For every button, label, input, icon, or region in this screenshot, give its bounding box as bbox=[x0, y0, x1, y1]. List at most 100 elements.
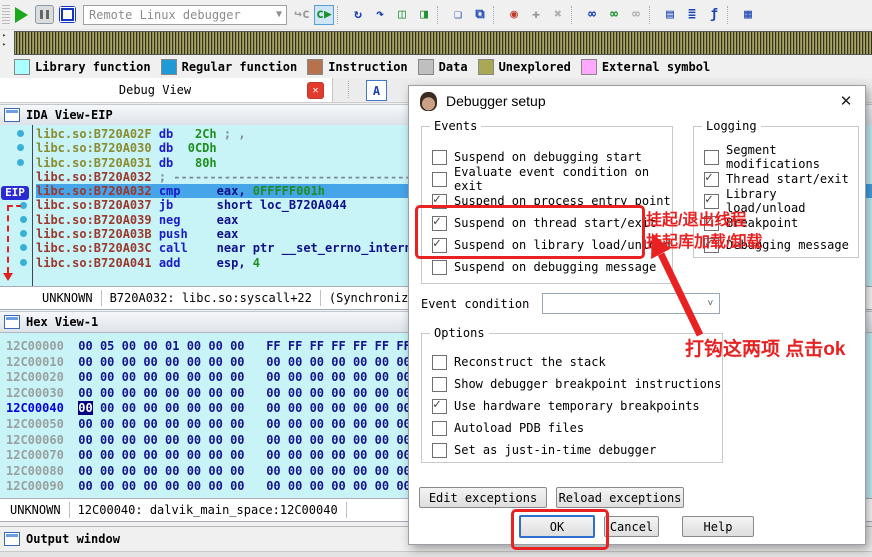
hex-byte[interactable]: 00 bbox=[353, 479, 367, 493]
events-checkbox-0[interactable]: Suspend on debugging start bbox=[432, 149, 642, 165]
hex-byte[interactable]: 00 bbox=[122, 355, 136, 369]
checkbox-unchecked-icon[interactable] bbox=[432, 376, 447, 392]
hex-byte[interactable]: 00 bbox=[331, 417, 345, 431]
stack-trace-icon[interactable]: ▦ bbox=[738, 5, 758, 25]
hex-byte[interactable]: 00 bbox=[122, 464, 136, 478]
hex-byte[interactable]: 00 bbox=[230, 417, 244, 431]
hex-row[interactable]: 12C00020 00 00 00 00 00 00 00 00 00 00 0… bbox=[6, 370, 440, 386]
hex-byte[interactable]: 00 bbox=[208, 339, 222, 353]
hex-byte[interactable]: 00 bbox=[100, 433, 114, 447]
functions-icon[interactable]: ƒ bbox=[704, 5, 724, 25]
watch-list-icon[interactable]: ∞ bbox=[582, 5, 602, 25]
hex-byte[interactable]: 00 bbox=[230, 464, 244, 478]
hex-byte[interactable]: 00 bbox=[208, 386, 222, 400]
hex-byte[interactable]: 00 bbox=[230, 386, 244, 400]
hex-byte[interactable]: 00 bbox=[375, 417, 389, 431]
hex-byte[interactable]: 00 bbox=[78, 386, 92, 400]
hex-byte[interactable]: 05 bbox=[100, 339, 114, 353]
hex-byte[interactable]: 00 bbox=[310, 401, 324, 415]
hex-byte[interactable]: 01 bbox=[165, 339, 179, 353]
hex-byte[interactable]: 00 bbox=[331, 401, 345, 415]
hex-byte[interactable]: 00 bbox=[310, 355, 324, 369]
windows-list-icon[interactable]: ⧉ bbox=[470, 5, 490, 25]
hex-byte[interactable]: 00 bbox=[288, 355, 302, 369]
hex-byte[interactable]: 00 bbox=[288, 433, 302, 447]
hex-byte[interactable]: 00 bbox=[143, 448, 157, 462]
logging-checkbox-1[interactable]: Thread start/exit bbox=[704, 170, 849, 187]
debugger-selector[interactable]: Remote Linux debugger ▼ bbox=[83, 4, 287, 25]
hex-byte[interactable]: 00 bbox=[122, 448, 136, 462]
hex-byte[interactable]: 00 bbox=[288, 448, 302, 462]
ok-button[interactable]: OK bbox=[519, 515, 595, 538]
hex-row[interactable]: 12C00070 00 00 00 00 00 00 00 00 00 00 0… bbox=[6, 448, 440, 464]
hex-byte[interactable]: 00 bbox=[143, 339, 157, 353]
hex-byte[interactable]: 00 bbox=[165, 479, 179, 493]
hex-byte[interactable]: 00 bbox=[78, 417, 92, 431]
hex-byte[interactable]: FF bbox=[331, 339, 345, 353]
hex-byte[interactable]: 00 bbox=[143, 464, 157, 478]
tab-debug-view[interactable]: Debug View ✕ bbox=[0, 78, 333, 102]
stop-process-icon[interactable] bbox=[57, 4, 78, 25]
hex-byte[interactable]: 00 bbox=[353, 448, 367, 462]
run-until-return-icon[interactable]: ◫ bbox=[392, 5, 412, 25]
hex-byte[interactable]: 00 bbox=[78, 479, 92, 493]
hex-byte[interactable]: 00 bbox=[122, 339, 136, 353]
checkbox-unchecked-icon[interactable] bbox=[432, 420, 447, 436]
hex-byte[interactable]: FF bbox=[266, 339, 280, 353]
events-checkbox-4[interactable]: Suspend on library load/unload bbox=[432, 236, 671, 253]
open-subviews-icon[interactable]: ❏ bbox=[448, 5, 468, 25]
hex-byte[interactable]: 00 bbox=[353, 370, 367, 384]
hex-byte[interactable]: 00 bbox=[375, 479, 389, 493]
breakpoint-dot[interactable] bbox=[17, 130, 24, 137]
edit-exceptions-button[interactable]: Edit exceptions bbox=[419, 487, 547, 508]
checkbox-checked-icon[interactable] bbox=[432, 236, 447, 253]
hex-byte[interactable]: 00 bbox=[187, 401, 201, 415]
continue-process-icon[interactable]: c▶ bbox=[314, 4, 334, 25]
hex-byte[interactable]: 00 bbox=[78, 355, 92, 369]
breakpoint-dot[interactable] bbox=[20, 244, 27, 252]
thread-list-icon[interactable]: ▤ bbox=[660, 5, 680, 25]
hex-byte[interactable]: 00 bbox=[187, 339, 201, 353]
hex-byte[interactable]: 00 bbox=[78, 370, 92, 384]
options-checkbox-2[interactable]: Use hardware temporary breakpoints bbox=[432, 397, 700, 414]
start-process-icon[interactable] bbox=[11, 4, 32, 25]
hex-byte[interactable]: 00 bbox=[288, 417, 302, 431]
events-checkbox-5[interactable]: Suspend on debugging message bbox=[432, 259, 656, 275]
close-tab-icon[interactable]: ✕ bbox=[307, 82, 324, 99]
hex-byte[interactable]: 00 bbox=[143, 433, 157, 447]
step-into-icon[interactable]: ↻ bbox=[348, 5, 368, 25]
events-checkbox-2[interactable]: Suspend on process entry point bbox=[432, 192, 671, 209]
hex-byte[interactable]: 00 bbox=[353, 401, 367, 415]
hex-byte[interactable]: 00 bbox=[230, 355, 244, 369]
hex-byte[interactable]: 00 bbox=[165, 401, 179, 415]
hex-byte[interactable]: 00 bbox=[353, 355, 367, 369]
hex-byte[interactable]: 00 bbox=[310, 433, 324, 447]
hex-byte[interactable]: 00 bbox=[122, 370, 136, 384]
options-checkbox-1[interactable]: Show debugger breakpoint instructions bbox=[432, 376, 721, 392]
checkbox-checked-icon[interactable] bbox=[432, 214, 447, 231]
hex-byte[interactable]: 00 bbox=[143, 355, 157, 369]
hex-byte[interactable]: 00 bbox=[310, 464, 324, 478]
checkbox-unchecked-icon[interactable] bbox=[432, 259, 447, 275]
hex-byte[interactable]: 00 bbox=[208, 448, 222, 462]
hex-byte[interactable]: 00 bbox=[122, 386, 136, 400]
options-checkbox-0[interactable]: Reconstruct the stack bbox=[432, 354, 606, 370]
hex-byte[interactable]: 00 bbox=[288, 464, 302, 478]
hex-byte[interactable]: 00 bbox=[331, 355, 345, 369]
close-icon[interactable]: ✕ bbox=[837, 92, 855, 110]
hex-byte[interactable]: 00 bbox=[100, 464, 114, 478]
hex-byte[interactable]: 00 bbox=[288, 479, 302, 493]
hex-byte[interactable]: 00 bbox=[187, 355, 201, 369]
hex-byte[interactable]: 00 bbox=[208, 433, 222, 447]
hex-byte[interactable]: 00 bbox=[143, 479, 157, 493]
hex-byte[interactable]: 00 bbox=[266, 370, 280, 384]
hex-byte[interactable]: 00 bbox=[353, 433, 367, 447]
hex-byte[interactable]: 00 bbox=[375, 355, 389, 369]
hex-byte[interactable]: 00 bbox=[353, 386, 367, 400]
reload-exceptions-button[interactable]: Reload exceptions bbox=[556, 487, 684, 508]
hex-byte[interactable]: 00 bbox=[78, 339, 92, 353]
hex-byte[interactable]: 00 bbox=[375, 370, 389, 384]
hex-byte[interactable]: 00 bbox=[122, 417, 136, 431]
hex-byte[interactable]: 00 bbox=[375, 386, 389, 400]
hex-byte[interactable]: 00 bbox=[230, 448, 244, 462]
